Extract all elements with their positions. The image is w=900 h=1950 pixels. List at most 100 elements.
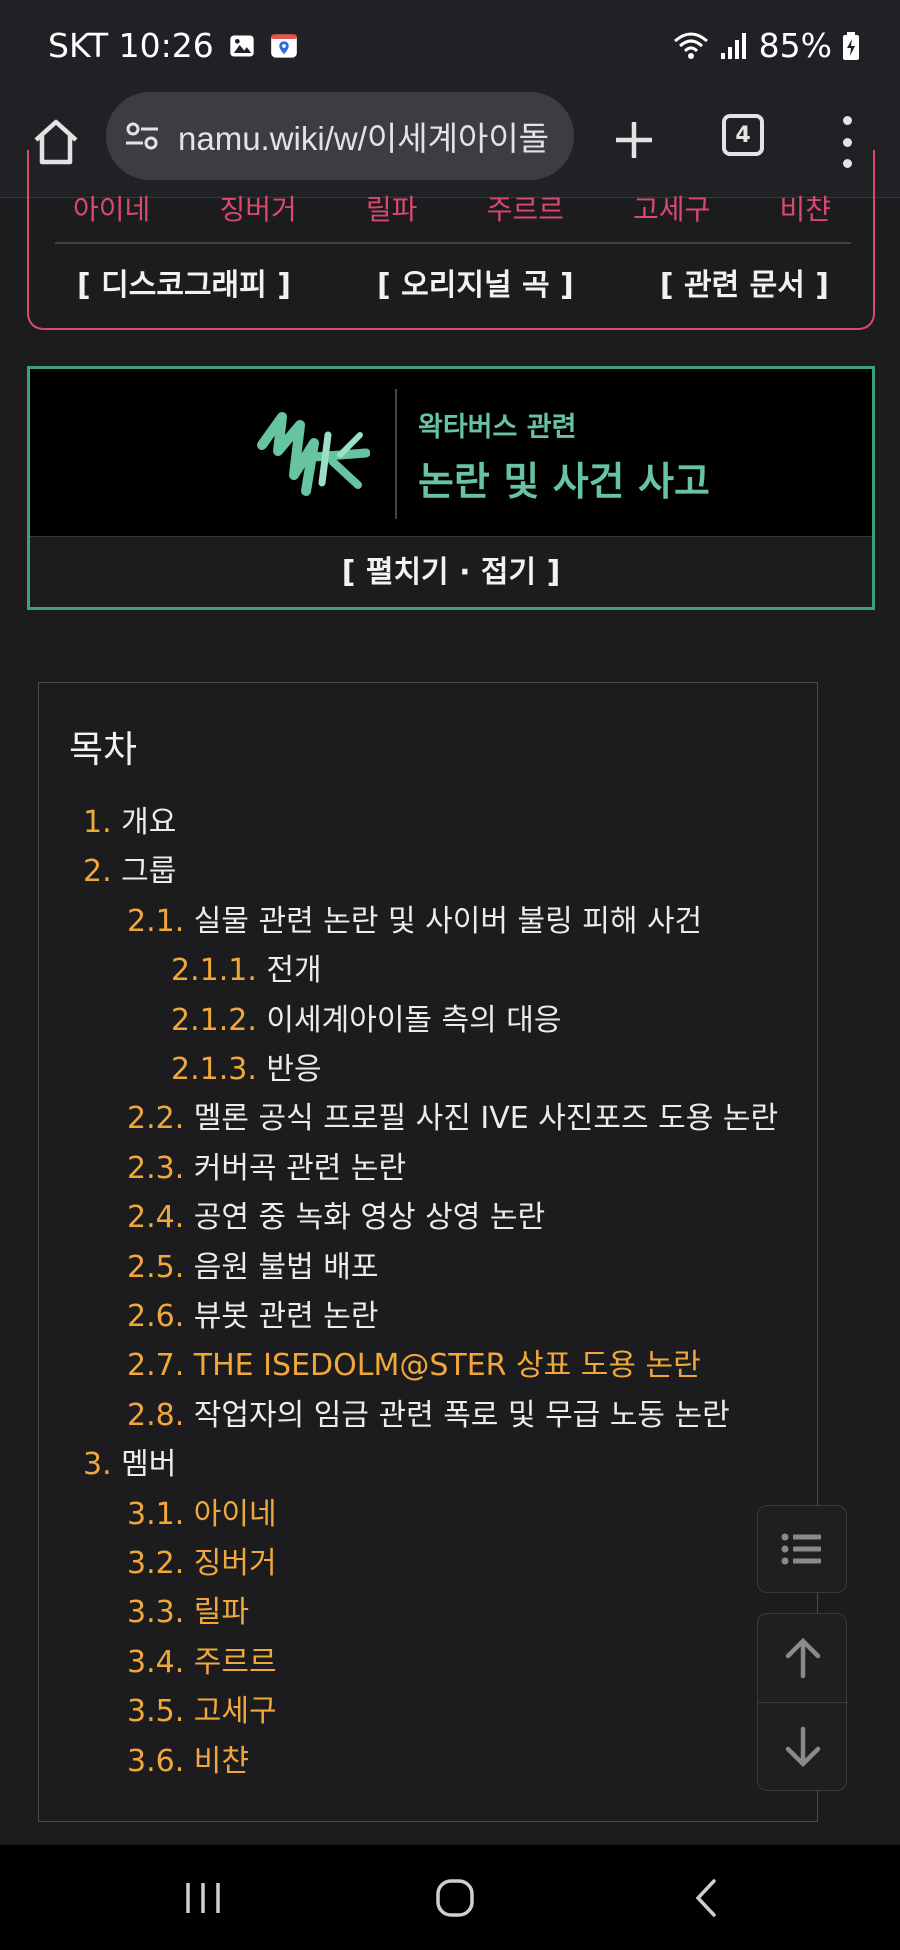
toc-item[interactable]: 2.5. 음원 불법 배포 [127,1248,378,1288]
toc-item[interactable]: 3.3. 릴파 [127,1593,249,1633]
toc-item-number[interactable]: 3.6. [127,1744,184,1779]
toc-item-number[interactable]: 3.2. [127,1546,184,1581]
toc-item-label[interactable]: 아이네 [194,1497,277,1532]
home-circle-icon[interactable] [430,1873,480,1923]
toc-item-label: 공연 중 녹화 영상 상영 논란 [193,1200,546,1235]
toc-item[interactable]: 3.4. 주르르 [127,1643,277,1683]
discography-link[interactable]: [ 디스코그래피 ] [49,260,319,304]
toc-item-label: 음원 불법 배포 [193,1250,379,1285]
toc-item-number[interactable]: 2.1.2. [171,1003,257,1038]
arrow-up-icon [785,1637,821,1679]
battery-charging-icon [843,31,859,60]
member-link[interactable]: 비챤 [755,188,855,228]
toc-item-number[interactable]: 2.5. [127,1250,184,1285]
toc-item[interactable]: 3.5. 고세구 [127,1692,277,1732]
original-songs-link[interactable]: [ 오리지널 곡 ] [349,260,602,304]
expand-collapse-toggle[interactable]: [ 펼치기 · 접기 ] [30,539,872,607]
table-of-contents: 목차 1. 개요 2. 그룹 2.1. 실물 관련 논란 및 사이버 불링 피해 사… [38,682,818,1822]
toc-item[interactable]: 2. 그룹 [83,852,176,892]
toc-item-label[interactable]: 주르르 [194,1645,277,1680]
toc-item-number[interactable]: 2.2. [127,1101,184,1136]
toc-list-icon [781,1533,821,1565]
toc-item[interactable]: 3.1. 아이네 [127,1495,277,1535]
toc-item[interactable]: 2.1.3. 반응 [171,1050,322,1090]
toc-item-number[interactable]: 2.7. [127,1348,184,1383]
member-links: 아이네 징버거 릴파 주르르 고세구 비챤 [49,188,855,228]
related-links: [ 디스코그래피 ] [ 오리지널 곡 ] [ 관련 문서 ] [49,260,857,304]
toc-item-number[interactable]: 2.1. [127,904,184,939]
toc-item[interactable]: 2.6. 뷰봇 관련 논란 [127,1297,378,1337]
toc-item-label: 작업자의 임금 관련 폭로 및 무급 노동 논란 [193,1398,730,1433]
wifi-icon [673,32,708,59]
battery-level: 85% [758,26,832,65]
toc-item-label: 이세계아이돌 측의 대응 [266,1003,562,1038]
toc-title: 목차 [69,728,138,771]
carrier-time: SKT 10:26 [48,26,214,65]
toc-item-number[interactable]: 2.1.1. [171,953,257,988]
toc-item-label: 멜론 공식 프로필 사진 IVE 사진포즈 도용 논란 [193,1101,779,1136]
toc-item[interactable]: 2.2. 멜론 공식 프로필 사진 IVE 사진포즈 도용 논란 [127,1099,778,1139]
toc-item-number[interactable]: 2.3. [127,1151,184,1186]
toc-item-label: 개요 [121,805,177,840]
toc-item-number[interactable]: 1. [83,805,112,840]
toc-item[interactable]: 3.6. 비챤 [127,1742,249,1782]
signal-icon [720,32,746,59]
toc-item-label: 그룹 [121,854,177,889]
toc-item-number[interactable]: 2. [83,854,112,889]
toc-item-number[interactable]: 3. [83,1447,112,1482]
system-nav-bar [0,1845,900,1950]
toc-item-label[interactable]: 고세구 [194,1694,277,1729]
member-link[interactable]: 아이네 [49,188,174,228]
back-icon[interactable] [682,1873,732,1923]
toc-item-label[interactable]: 릴파 [194,1595,249,1630]
arrow-down-icon [785,1726,821,1768]
recents-icon[interactable] [178,1873,228,1923]
member-nav-box: 아이네 징버거 릴파 주르르 고세구 비챤 [ 디스코그래피 ] [ 오리지널 … [27,150,875,330]
navbox-subtitle: 왁타버스 관련 [418,412,577,443]
related-docs-link[interactable]: [ 관련 문서 ] [632,260,857,304]
toc-item-label: 실물 관련 논란 및 사이버 불링 피해 사건 [193,904,703,939]
toc-item[interactable]: 2.7. THE ISEDOLM@STER 상표 도용 논란 [127,1346,701,1386]
maps-icon [270,33,297,58]
toc-item[interactable]: 3. 멤버 [83,1445,176,1485]
toc-item-label: 뷰봇 관련 논란 [193,1299,379,1334]
member-link[interactable]: 주르르 [463,188,588,228]
controversy-navbox: 왁타버스 관련 논란 및 사건 사고 [ 펼치기 · 접기 ] [27,366,875,610]
member-link[interactable]: 징버거 [195,188,320,228]
scroll-top-button[interactable] [758,1614,848,1702]
toc-item[interactable]: 2.1.2. 이세계아이돌 측의 대응 [171,1001,562,1041]
toc-item-number[interactable]: 3.3. [127,1595,184,1630]
scroll-bottom-button[interactable] [758,1703,848,1791]
toc-item-label: 반응 [266,1052,322,1087]
toc-item-label: 멤버 [121,1447,177,1482]
toc-float-button[interactable] [757,1505,847,1593]
toc-item[interactable]: 1. 개요 [83,803,176,843]
toc-item-label[interactable]: 징버거 [194,1546,277,1581]
toc-item-number[interactable]: 2.6. [127,1299,184,1334]
toc-item-number[interactable]: 3.1. [127,1497,184,1532]
toc-item[interactable]: 2.4. 공연 중 녹화 영상 상영 논란 [127,1198,545,1238]
site-settings-icon[interactable] [124,118,160,154]
divider [55,242,851,244]
toc-item-number[interactable]: 2.4. [127,1200,184,1235]
toc-item[interactable]: 3.2. 징버거 [127,1544,277,1584]
toc-item-label: 커버곡 관련 논란 [193,1151,407,1186]
member-link[interactable]: 릴파 [342,188,442,228]
status-bar: SKT 10:26 85% [0,0,900,92]
tab-count: 4 [735,122,751,148]
toc-item-number[interactable]: 2.8. [127,1398,184,1433]
toc-item-number[interactable]: 2.1.3. [171,1052,257,1087]
toc-item[interactable]: 2.1.1. 전개 [171,951,322,991]
toc-item[interactable]: 2.3. 커버곡 관련 논란 [127,1149,406,1189]
wakverse-logo [257,412,370,496]
toc-item[interactable]: 2.1. 실물 관련 논란 및 사이버 불링 피해 사건 [127,902,702,942]
toc-item-number[interactable]: 3.4. [127,1645,184,1680]
scroll-buttons [757,1613,848,1791]
gallery-icon [230,35,254,56]
toc-item-label: 전개 [266,953,322,988]
toc-item-label[interactable]: 비챤 [194,1744,249,1779]
toc-item-label[interactable]: THE ISEDOLM@STER 상표 도용 논란 [194,1348,701,1383]
member-link[interactable]: 고세구 [609,188,734,228]
toc-item-number[interactable]: 3.5. [127,1694,184,1729]
toc-item[interactable]: 2.8. 작업자의 임금 관련 폭로 및 무급 노동 논란 [127,1396,730,1436]
